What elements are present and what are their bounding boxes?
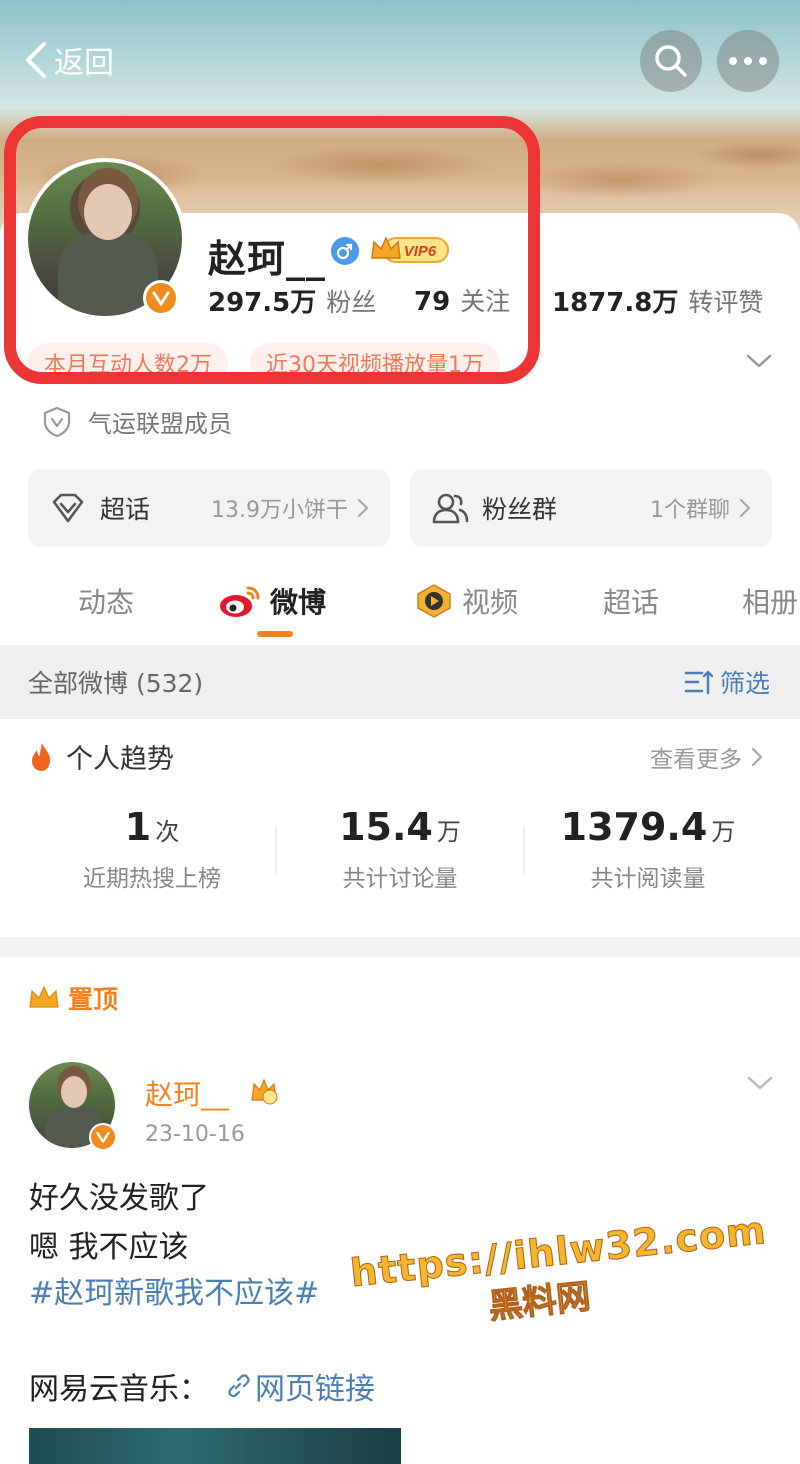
stat-followers[interactable]: 297.5万 粉丝 — [208, 282, 376, 319]
post-text-line-1: 好久没发歌了 — [29, 1181, 209, 1216]
verified-badge-icon — [89, 1123, 117, 1151]
post-author-name[interactable]: 赵珂__ — [145, 1073, 229, 1113]
chaohua-count: 13.9万小饼干 — [211, 498, 348, 523]
chaohua-button[interactable]: 超话 13.9万小饼干 — [28, 469, 390, 547]
discussion-unit: 万 — [436, 818, 461, 846]
filter-label: 筛选 — [719, 669, 770, 698]
post-media-thumbnail[interactable] — [29, 1428, 401, 1464]
back-label: 返回 — [54, 46, 114, 81]
music-source-line: 网易云音乐： 网页链接 — [29, 1364, 375, 1408]
stat-interactions[interactable]: 1877.8万 转评赞 — [552, 282, 763, 319]
male-gender-icon — [331, 237, 359, 265]
alliance-label: 气运联盟成员 — [88, 410, 232, 438]
tab-weibo-label: 微博 — [270, 586, 327, 619]
hot-search-caption: 近期热搜上榜 — [83, 866, 221, 892]
personal-trend-header: 个人趋势 — [28, 737, 174, 776]
followers-label: 粉丝 — [326, 288, 377, 317]
reads-caption: 共计阅读量 — [590, 866, 706, 892]
interactions-count: 1877.8万 — [552, 288, 679, 318]
trend-stat-discussion[interactable]: 15.4 万 共计讨论量 — [276, 805, 524, 893]
chevron-right-icon — [739, 498, 751, 518]
chaohua-title: 超话 — [100, 495, 151, 524]
post-hashtag[interactable]: #赵珂新歌我不应该# — [29, 1268, 319, 1312]
vip-badge-icon[interactable]: VIP6 — [370, 234, 450, 266]
trend-stat-reads[interactable]: 1379.4 万 共计阅读量 — [524, 805, 772, 893]
weibo-logo-icon — [220, 586, 260, 617]
pinned-text: 置顶 — [68, 985, 119, 1014]
view-more-label: 查看更多 — [650, 747, 742, 773]
trend-stat-hot-search[interactable]: 1次 近期热搜上榜 — [28, 805, 276, 893]
followers-count: 297.5万 — [208, 288, 317, 318]
tab-weibo[interactable]: 微博 — [218, 575, 326, 627]
reads-value: 1379.4 — [560, 805, 708, 849]
discussion-value: 15.4 — [339, 805, 433, 849]
interactions-label: 转评赞 — [688, 288, 764, 317]
alliance-row[interactable]: 气运联盟成员 — [42, 404, 232, 439]
more-button[interactable] — [717, 30, 779, 92]
chevron-right-icon — [751, 747, 763, 767]
fan-group-title: 粉丝群 — [482, 495, 558, 524]
more-dots-icon — [729, 57, 767, 65]
profile-stats: 297.5万 粉丝 79 关注 1877.8万 转评赞 — [0, 282, 800, 319]
chevron-right-icon — [357, 498, 369, 518]
profile-tabs: 动态 微博 视频 超话 相册 — [0, 575, 800, 635]
active-tab-indicator — [257, 631, 293, 637]
reads-unit: 万 — [711, 818, 736, 846]
post-menu-chevron-icon[interactable] — [746, 1074, 774, 1092]
link-icon — [228, 1374, 250, 1398]
diamond-icon — [52, 493, 84, 523]
vip-crown-icon — [251, 1078, 278, 1105]
hot-search-unit: 次 — [155, 818, 180, 846]
tab-album[interactable]: 相册 — [742, 575, 798, 627]
web-link-label: 网页链接 — [255, 1372, 375, 1407]
crown-icon — [29, 985, 59, 1008]
discussion-caption: 共计讨论量 — [342, 866, 458, 892]
section-divider — [0, 937, 800, 957]
tab-chaohua[interactable]: 超话 — [603, 575, 659, 627]
tag-monthly-interactions[interactable]: 本月互动人数2万 — [28, 343, 228, 383]
flame-icon — [32, 742, 50, 771]
search-icon — [655, 45, 687, 77]
tab-video-label: 视频 — [462, 586, 519, 619]
filter-button[interactable]: 筛选 — [684, 664, 770, 700]
post-date: 23-10-16 — [145, 1122, 245, 1147]
filter-bar: 全部微博 (532) 筛选 — [0, 645, 800, 719]
hot-search-value: 1 — [124, 805, 152, 849]
following-label: 关注 — [460, 287, 511, 316]
profile-name: 赵珂__ — [208, 237, 327, 281]
chevron-left-icon — [26, 42, 46, 78]
music-prefix: 网易云音乐： — [29, 1372, 209, 1407]
fan-group-count: 1个群聊 — [650, 498, 730, 523]
fan-group-button[interactable]: 粉丝群 1个群聊 — [410, 469, 772, 547]
chaohua-sub: 13.9万小饼干 — [211, 492, 370, 524]
pinned-label: 置顶 — [28, 980, 118, 1016]
post-text-line-2: 嗯 我不应该 — [29, 1230, 189, 1265]
web-link[interactable]: 网页链接 — [225, 1364, 375, 1408]
stat-following[interactable]: 79 关注 — [414, 282, 510, 318]
tab-video[interactable]: 视频 — [414, 575, 518, 627]
tag-video-plays[interactable]: 近30天视频播放量1万 — [250, 343, 500, 383]
following-count: 79 — [414, 287, 451, 317]
profile-tags: 本月互动人数2万 近30天视频播放量1万 — [28, 343, 500, 383]
view-more-link[interactable]: 查看更多 — [650, 740, 764, 774]
personal-trend-title: 个人趋势 — [66, 744, 174, 775]
video-icon — [417, 584, 451, 618]
all-posts-count: 全部微博 (532) — [28, 669, 204, 698]
filter-icon — [684, 670, 714, 695]
fan-group-sub: 1个群聊 — [650, 492, 752, 524]
shield-icon — [43, 406, 71, 437]
group-icon — [432, 493, 469, 524]
back-button[interactable]: 返回 — [22, 38, 114, 82]
vip-label: VIP6 — [404, 243, 437, 260]
expand-chevron-icon[interactable] — [744, 351, 774, 371]
tab-dongtai[interactable]: 动态 — [78, 575, 134, 627]
search-button[interactable] — [640, 30, 702, 92]
